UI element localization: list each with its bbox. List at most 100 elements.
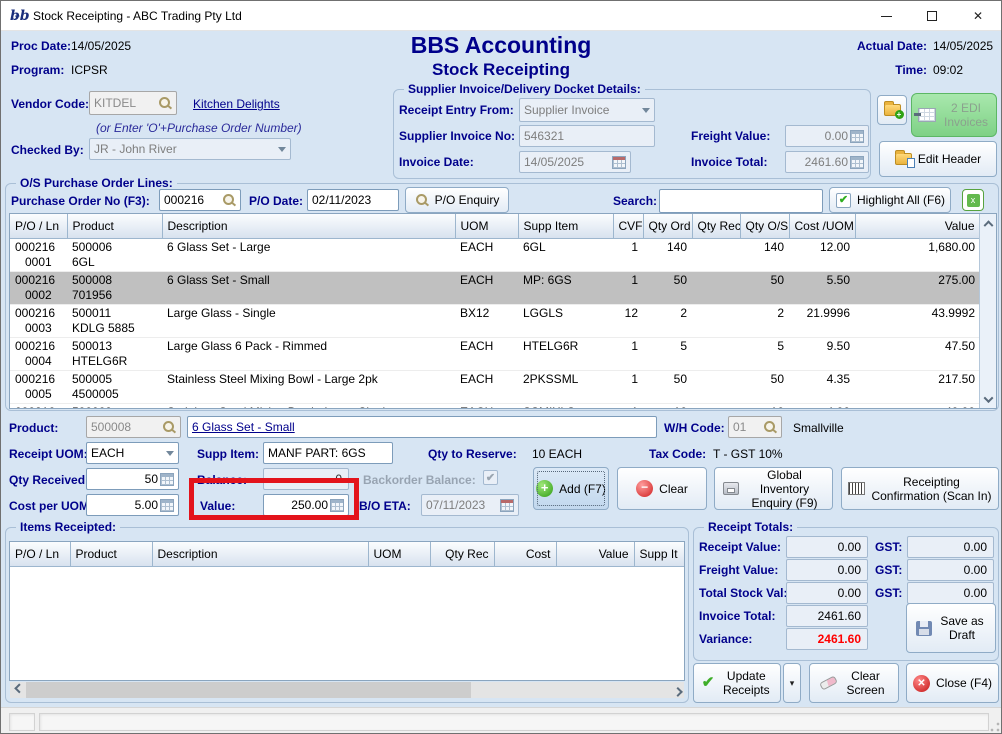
value-field[interactable]: 250.00 xyxy=(263,494,349,516)
po-line-row[interactable]: 000216500009Stainless Steel Mixing Bowl … xyxy=(10,403,980,409)
export-excel-button[interactable]: x xyxy=(959,187,987,213)
update-receipts-button[interactable]: ✔ Update Receipts xyxy=(693,663,781,703)
wh-code-field: 01 xyxy=(728,416,782,438)
chevron-left-icon xyxy=(14,683,24,693)
status-panel-small xyxy=(9,713,35,731)
receipt-uom-select[interactable]: EACH xyxy=(86,442,179,464)
col-po-ln: P/O / Ln xyxy=(10,214,67,238)
col-po-ln: P/O / Ln xyxy=(10,542,70,566)
value-label: Value: xyxy=(200,499,235,513)
add-button[interactable]: + Add (F7) xyxy=(533,467,609,510)
close-icon: ✕ xyxy=(973,9,983,23)
save-disk-icon xyxy=(916,621,932,636)
wh-name-value: Smallville xyxy=(793,421,844,435)
highlight-all-button[interactable]: ✔ Highlight All (F6) xyxy=(829,187,951,213)
po-line-row[interactable]: 0002160003500011KDLG 5885Large Glass - S… xyxy=(10,304,980,337)
minimize-icon xyxy=(881,16,892,17)
po-line-row[interactable]: 0002160004500013HTELG6RLarge Glass 6 Pac… xyxy=(10,337,980,370)
vertical-scrollbar[interactable] xyxy=(979,214,996,408)
horizontal-scrollbar[interactable] xyxy=(10,682,684,698)
col-value: Value xyxy=(855,214,980,238)
po-lines-legend: O/S Purchase Order Lines: xyxy=(16,176,177,190)
status-bar xyxy=(1,707,1002,734)
col-supp-it: Supp It xyxy=(634,542,685,566)
app-icon: b̵b xyxy=(10,7,28,25)
search-input[interactable] xyxy=(659,189,823,213)
product-description-link[interactable]: 6 Glass Set - Small xyxy=(192,420,295,434)
product-label: Product: xyxy=(9,421,58,435)
cost-per-uom-label: Cost per UOM: xyxy=(9,499,93,513)
scroll-up-button[interactable] xyxy=(980,214,996,231)
receipt-entry-from-select: Supplier Invoice xyxy=(519,98,655,122)
col-description: Description xyxy=(162,214,455,238)
time-label: Time: xyxy=(841,63,927,77)
po-enquiry-button[interactable]: P/O Enquiry xyxy=(405,187,509,213)
col-uom: UOM xyxy=(455,214,518,238)
vendor-name-link[interactable]: Kitchen Delights xyxy=(193,97,280,111)
vendor-code-label: Vendor Code: xyxy=(11,97,89,111)
receipt-uom-label: Receipt UOM: xyxy=(9,447,88,461)
actual-date-value: 14/05/2025 xyxy=(933,39,993,53)
po-line-row[interactable]: 00021600015000066GL6 Glass Set - LargeEA… xyxy=(10,238,980,271)
minimize-button[interactable] xyxy=(863,1,909,31)
plus-icon: + xyxy=(536,480,553,497)
calculator-icon[interactable] xyxy=(160,499,174,512)
col-qty-os: Qty O/S xyxy=(740,214,789,238)
close-window-button[interactable]: ✕ xyxy=(955,1,1001,31)
scroll-down-button[interactable] xyxy=(980,391,996,408)
tax-code-label: Tax Code: xyxy=(649,447,706,461)
title-bar: b̵b Stock Receipting - ABC Trading Pty L… xyxy=(1,1,1001,31)
bo-eta-field: 07/11/2023 xyxy=(421,494,519,516)
magnifier-icon[interactable] xyxy=(222,193,236,207)
close-circle-icon: ✕ xyxy=(913,675,930,692)
chevron-right-icon xyxy=(672,686,682,696)
excel-icon: x xyxy=(962,189,984,211)
maximize-button[interactable] xyxy=(909,1,955,31)
update-receipts-dropdown-button[interactable]: ▾ xyxy=(783,663,801,703)
supp-item-field[interactable]: MANF PART: 6GS xyxy=(263,442,393,464)
global-inventory-enquiry-button[interactable]: Global Inventory Enquiry (F9) xyxy=(714,467,833,510)
scrollbar-thumb[interactable] xyxy=(26,682,471,698)
col-uom: UOM xyxy=(368,542,430,566)
chevron-down-icon xyxy=(983,393,993,403)
receipt-gst-field: 0.00 xyxy=(907,536,994,558)
eraser-icon xyxy=(819,675,838,690)
edit-header-button[interactable]: Edit Header xyxy=(879,141,997,177)
po-lines-header: P/O / Ln Product Description UOM Supp It… xyxy=(10,214,980,238)
scroll-left-button[interactable] xyxy=(10,682,26,698)
chevron-down-icon xyxy=(166,451,174,456)
col-cost-uom: Cost /UOM xyxy=(789,214,855,238)
col-product: Product xyxy=(67,214,162,238)
chevron-up-icon xyxy=(983,220,993,230)
supplier-invoice-no-label: Supplier Invoice No: xyxy=(399,129,515,143)
supp-item-label: Supp Item: xyxy=(197,447,259,461)
items-receipted-header: P/O / Ln Product Description UOM Qty Rec… xyxy=(10,542,685,566)
magnifier-icon xyxy=(763,420,777,434)
receipt-totals-legend: Receipt Totals: xyxy=(704,520,797,534)
po-line-row[interactable]: 00021600055000054500005Stainless Steel M… xyxy=(10,370,980,403)
po-no-field[interactable]: 000216 xyxy=(159,189,241,211)
cost-per-uom-field[interactable]: 5.00 xyxy=(86,494,179,516)
variance-field: 2461.60 xyxy=(786,628,868,650)
attach-invoice-button[interactable]: + xyxy=(877,95,907,125)
calculator-icon[interactable] xyxy=(330,499,344,512)
bo-eta-label: B/O ETA: xyxy=(359,499,411,513)
calculator-icon[interactable] xyxy=(160,473,174,486)
save-as-draft-button[interactable]: Save as Draft xyxy=(906,603,996,653)
close-button[interactable]: ✕ Close (F4) xyxy=(906,663,999,703)
items-receipted-table: P/O / Ln Product Description UOM Qty Rec… xyxy=(9,541,685,681)
receipt-entry-from-label: Receipt Entry From: xyxy=(399,103,514,117)
clear-button[interactable]: − Clear xyxy=(617,467,707,510)
clear-screen-button[interactable]: Clear Screen xyxy=(809,663,899,703)
receipting-confirmation-button[interactable]: Receipting Confirmation (Scan In) xyxy=(841,467,999,510)
product-field: 500008 xyxy=(86,416,181,438)
magnifier-icon xyxy=(415,193,429,207)
po-line-row[interactable]: 00021600025000087019566 Glass Set - Smal… xyxy=(10,271,980,304)
po-date-field[interactable]: 02/11/2023 xyxy=(307,189,399,211)
scroll-right-button[interactable] xyxy=(668,682,684,698)
edi-invoices-button[interactable]: 2 EDI Invoices xyxy=(911,93,997,137)
qty-received-field[interactable]: 50 xyxy=(86,468,179,490)
po-no-label: Purchase Order No (F3): xyxy=(11,194,150,208)
resize-grip[interactable] xyxy=(990,722,1000,732)
total-stock-val-field: 0.00 xyxy=(786,582,868,604)
